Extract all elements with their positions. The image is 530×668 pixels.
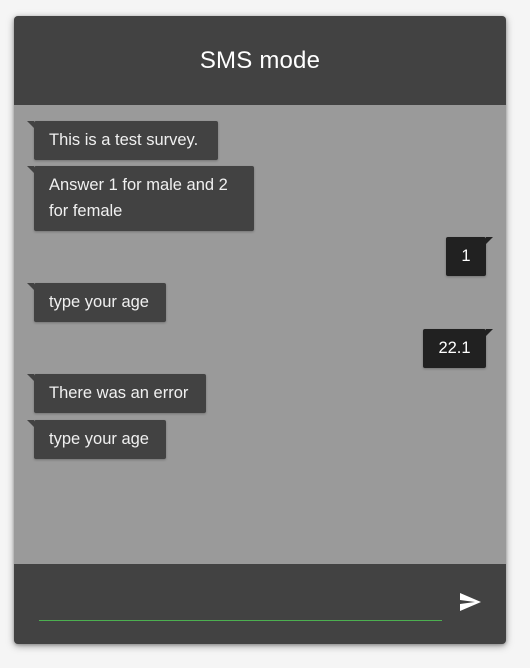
sms-chat-card: SMS mode This is a test survey. Answer 1… [14,16,506,644]
page-title: SMS mode [199,47,321,74]
message-list: This is a test survey. Answer 1 for male… [14,105,506,564]
message-incoming: Answer 1 for male and 2 for female [27,166,254,231]
message-incoming: There was an error [27,374,206,413]
send-icon [460,593,481,611]
send-button[interactable] [456,588,484,616]
message-input[interactable] [39,586,442,621]
message-incoming: This is a test survey. [27,121,218,160]
chat-header: SMS mode [14,16,506,105]
message-incoming: type your age [27,420,166,459]
message-outgoing: 1 [446,237,493,276]
message-incoming: type your age [27,283,166,322]
message-outgoing: 22.1 [423,329,493,368]
message-composer [14,564,506,644]
